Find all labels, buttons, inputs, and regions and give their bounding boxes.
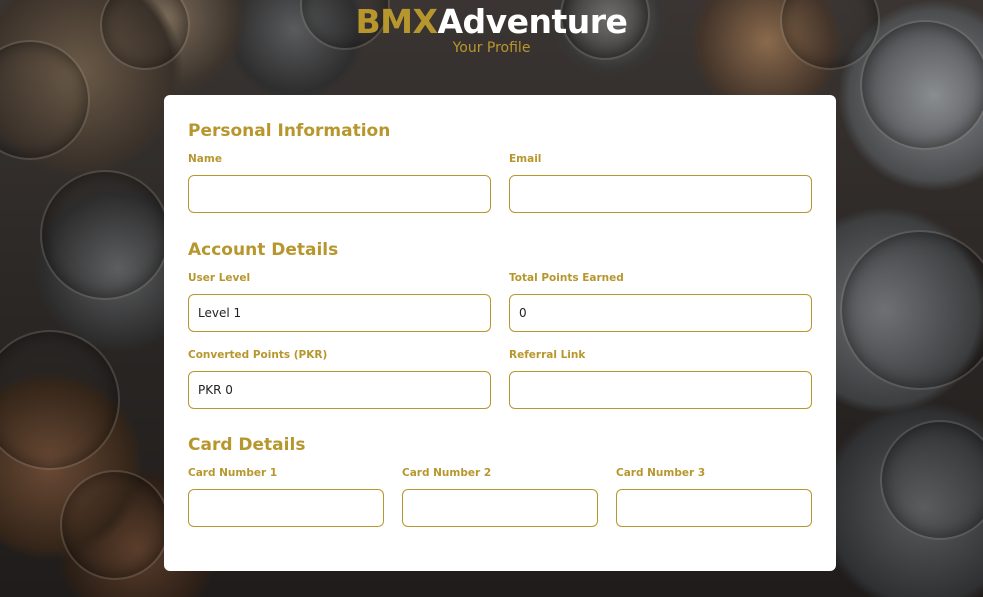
total-points-input[interactable] xyxy=(509,294,812,332)
personal-info-heading: Personal Information xyxy=(188,121,391,141)
card-details-row: Card Number 1 Card Number 2 Card Number … xyxy=(188,466,812,527)
brand-logo: BMXAdventure xyxy=(0,2,983,42)
referral-link-field-group: Referral Link xyxy=(509,348,812,409)
converted-points-label: Converted Points (PKR) xyxy=(188,349,328,361)
card-number-3-field-group: Card Number 3 xyxy=(616,466,812,527)
brand-accent: BMX xyxy=(355,2,438,41)
page-header: BMXAdventure Your Profile xyxy=(0,2,983,55)
user-level-field-group: User Level xyxy=(188,271,491,332)
total-points-field-group: Total Points Earned xyxy=(509,271,812,332)
page-subtitle: Your Profile xyxy=(452,40,531,56)
card-number-3-input[interactable] xyxy=(616,489,812,527)
converted-points-field-group: Converted Points (PKR) xyxy=(188,348,491,409)
account-row-2: Converted Points (PKR) Referral Link xyxy=(188,348,812,409)
name-label: Name xyxy=(188,153,222,165)
profile-card: Personal Information Name Email Account … xyxy=(164,95,836,571)
card-number-2-field-group: Card Number 2 xyxy=(402,466,598,527)
card-number-2-label: Card Number 2 xyxy=(402,467,492,479)
email-input[interactable] xyxy=(509,175,812,213)
user-level-label: User Level xyxy=(188,272,251,284)
card-number-3-label: Card Number 3 xyxy=(616,467,706,479)
card-number-1-input[interactable] xyxy=(188,489,384,527)
card-details-heading: Card Details xyxy=(188,435,306,455)
email-label: Email xyxy=(509,153,542,165)
account-row-1: User Level Total Points Earned xyxy=(188,271,812,332)
total-points-label: Total Points Earned xyxy=(509,272,624,284)
card-number-1-field-group: Card Number 1 xyxy=(188,466,384,527)
brand-name: Adventure xyxy=(437,2,628,41)
name-field-group: Name xyxy=(188,152,491,213)
converted-points-input[interactable] xyxy=(188,371,491,409)
name-input[interactable] xyxy=(188,175,491,213)
card-number-1-label: Card Number 1 xyxy=(188,467,278,479)
account-details-heading: Account Details xyxy=(188,240,339,260)
card-number-2-input[interactable] xyxy=(402,489,598,527)
user-level-input[interactable] xyxy=(188,294,491,332)
personal-info-row: Name Email xyxy=(188,152,812,213)
referral-link-label: Referral Link xyxy=(509,349,586,361)
referral-link-input[interactable] xyxy=(509,371,812,409)
email-field-group: Email xyxy=(509,152,812,213)
